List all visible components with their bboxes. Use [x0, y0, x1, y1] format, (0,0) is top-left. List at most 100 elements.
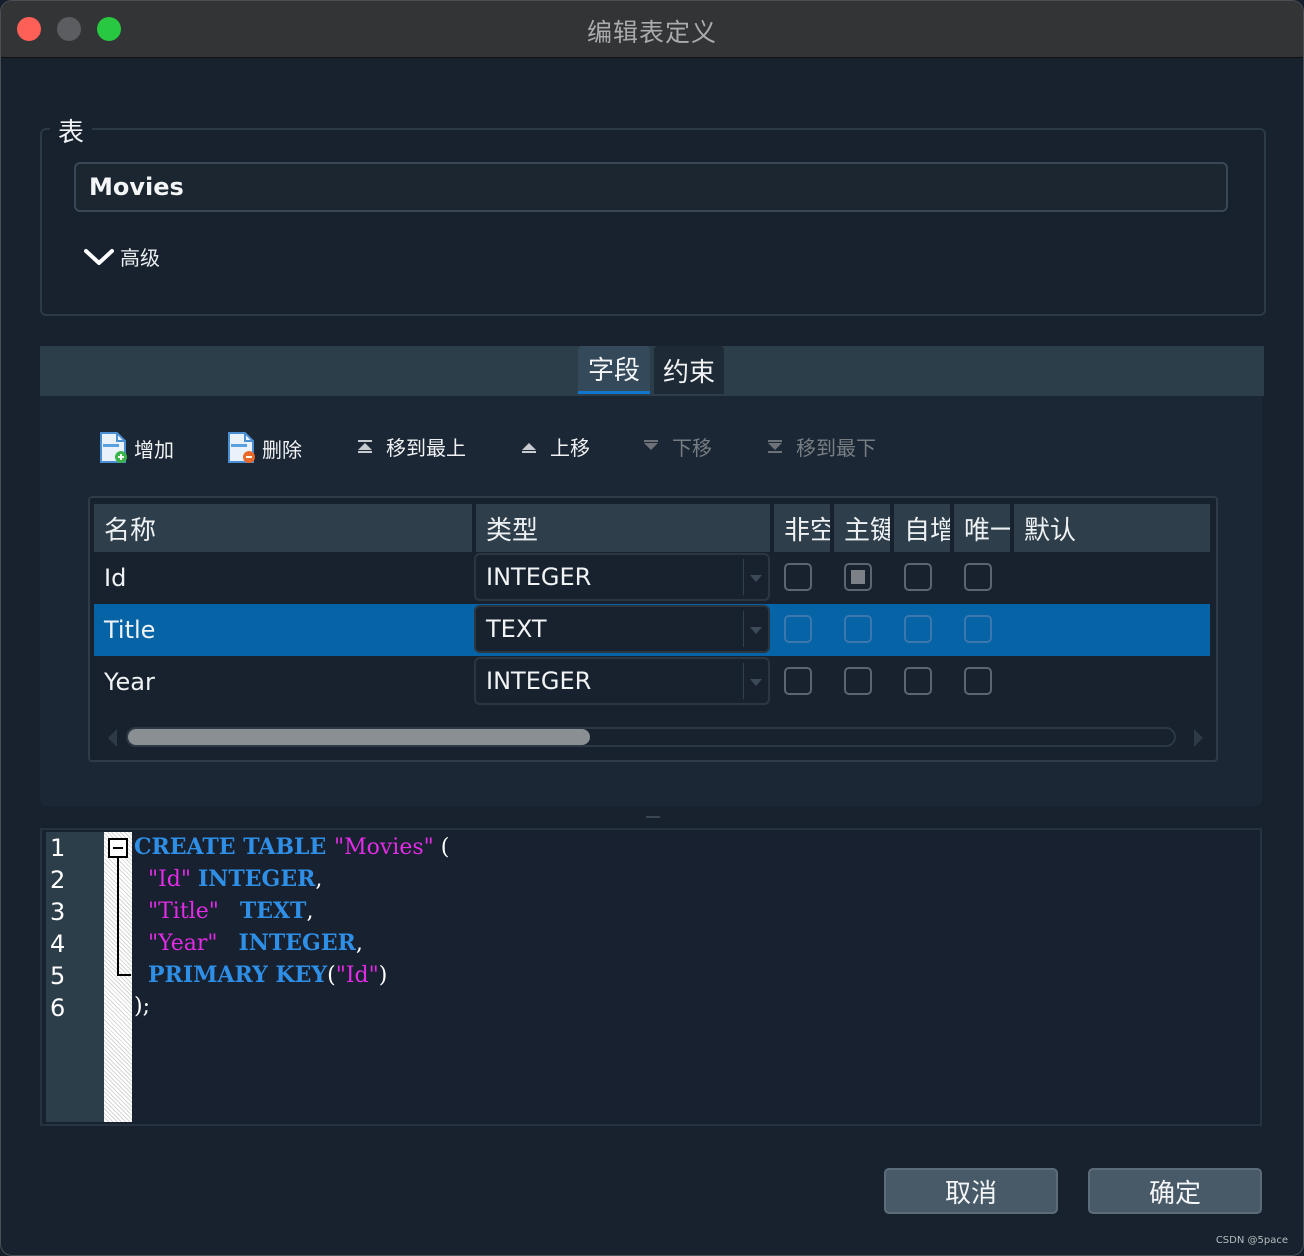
watermark: CSDN @5pace: [1215, 1235, 1288, 1246]
autoincrement-checkbox[interactable]: [904, 615, 932, 643]
line-number: 6: [50, 994, 66, 1022]
code-line: "Id" INTEGER,: [134, 866, 322, 892]
code-token: (: [433, 835, 450, 860]
header-default[interactable]: 默认: [1014, 504, 1210, 552]
move-top-button[interactable]: 移到最上: [356, 432, 466, 461]
dropdown-arrow-icon[interactable]: [750, 575, 762, 582]
code-line: "Title" TEXT,: [134, 898, 313, 924]
not-null-checkbox[interactable]: [784, 667, 812, 695]
ok-button[interactable]: 确定: [1088, 1168, 1262, 1214]
add-field-label: 增加: [134, 437, 174, 462]
code-token: "Title": [148, 899, 219, 924]
type-combobox[interactable]: TEXT: [474, 605, 770, 653]
header-primary-key[interactable]: 主键: [834, 504, 890, 552]
unique-checkbox[interactable]: [964, 563, 992, 591]
combo-separator: [743, 611, 744, 647]
header-unique[interactable]: 唯一: [954, 504, 1010, 552]
field-name-cell[interactable]: Title: [104, 616, 155, 644]
advanced-label: 高级: [120, 246, 160, 270]
tab-fields[interactable]: 字段: [578, 346, 650, 394]
autoincrement-checkbox[interactable]: [904, 667, 932, 695]
fold-end: [117, 974, 131, 976]
table-row-selected[interactable]: Title TEXT: [94, 604, 1210, 656]
type-value: TEXT: [486, 615, 547, 643]
chevron-down-icon: [84, 248, 114, 265]
code-token: CREATE TABLE: [134, 834, 334, 860]
title-bar[interactable]: 编辑表定义: [1, 1, 1303, 58]
table-name-input[interactable]: [76, 164, 1226, 210]
code-line: );: [134, 994, 150, 1019]
arrow-down-icon: [644, 439, 658, 450]
table-name-field[interactable]: [74, 162, 1228, 212]
move-top-label: 移到最上: [386, 436, 466, 460]
code-line: CREATE TABLE "Movies" (: [134, 834, 449, 860]
remove-document-icon: [228, 432, 255, 463]
autoincrement-checkbox[interactable]: [904, 563, 932, 591]
arrow-up-icon: [522, 442, 536, 453]
move-bottom-button[interactable]: 移到最下: [766, 432, 876, 461]
move-down-label: 下移: [672, 436, 712, 460]
combo-separator: [743, 663, 744, 699]
dropdown-arrow-icon[interactable]: [750, 627, 762, 634]
code-token: "Id": [148, 867, 192, 892]
move-down-button[interactable]: 下移: [642, 432, 712, 461]
unique-checkbox[interactable]: [964, 615, 992, 643]
type-combobox[interactable]: INTEGER: [474, 553, 770, 601]
code-token: PRIMARY KEY: [148, 962, 328, 988]
add-document-icon: [100, 432, 127, 463]
cancel-button[interactable]: 取消: [884, 1168, 1058, 1214]
table-row[interactable]: Id INTEGER: [94, 552, 1210, 604]
delete-field-button[interactable]: 删除: [228, 432, 302, 464]
code-token: ,: [315, 867, 323, 892]
tab-constraints[interactable]: 约束: [654, 346, 724, 394]
type-combobox[interactable]: INTEGER: [474, 657, 770, 705]
primary-key-checkbox[interactable]: [844, 615, 872, 643]
not-null-checkbox[interactable]: [784, 615, 812, 643]
fold-line: [117, 858, 119, 976]
type-value: INTEGER: [486, 667, 592, 695]
move-bottom-label: 移到最下: [796, 436, 876, 460]
code-token: INTEGER: [198, 866, 316, 892]
advanced-toggle[interactable]: 高级: [84, 242, 160, 271]
fold-collapse-icon[interactable]: [108, 838, 128, 858]
move-up-label: 上移: [550, 436, 590, 460]
code-token: "Year": [148, 931, 218, 956]
primary-key-checkbox[interactable]: [844, 667, 872, 695]
horizontal-scrollbar-thumb[interactable]: [128, 729, 590, 745]
code-token: (: [327, 963, 336, 988]
window-title: 编辑表定义: [586, 18, 717, 47]
move-top-icon: [358, 439, 372, 453]
table-row[interactable]: Year INTEGER: [94, 656, 1210, 708]
type-value: INTEGER: [486, 563, 592, 591]
field-name-cell[interactable]: Id: [104, 564, 126, 592]
scroll-right-arrow-icon[interactable]: [1194, 729, 1203, 747]
code-token: TEXT: [239, 898, 307, 924]
code-token: INTEGER: [238, 930, 356, 956]
header-type[interactable]: 类型: [476, 504, 770, 552]
splitter-handle[interactable]: [646, 816, 660, 818]
table-group-label: 表: [50, 112, 93, 149]
unique-checkbox[interactable]: [964, 667, 992, 695]
add-field-button[interactable]: 增加: [100, 432, 174, 464]
scroll-left-arrow-icon[interactable]: [108, 729, 117, 747]
delete-field-label: 删除: [262, 437, 302, 462]
primary-key-checkbox[interactable]: [844, 563, 872, 591]
move-bottom-icon: [768, 439, 782, 453]
dropdown-arrow-icon[interactable]: [750, 679, 762, 686]
not-null-checkbox[interactable]: [784, 563, 812, 591]
table-groupbox: [40, 128, 1266, 316]
header-name[interactable]: 名称: [94, 504, 472, 552]
move-up-button[interactable]: 上移: [520, 432, 590, 461]
line-number: 3: [50, 898, 66, 926]
line-number: 4: [50, 930, 66, 958]
code-token: );: [134, 994, 150, 1019]
header-not-null[interactable]: 非空: [774, 504, 830, 552]
header-autoincrement[interactable]: 自增: [894, 504, 950, 552]
field-name-cell[interactable]: Year: [104, 668, 155, 696]
tab-bar: [40, 346, 1264, 396]
